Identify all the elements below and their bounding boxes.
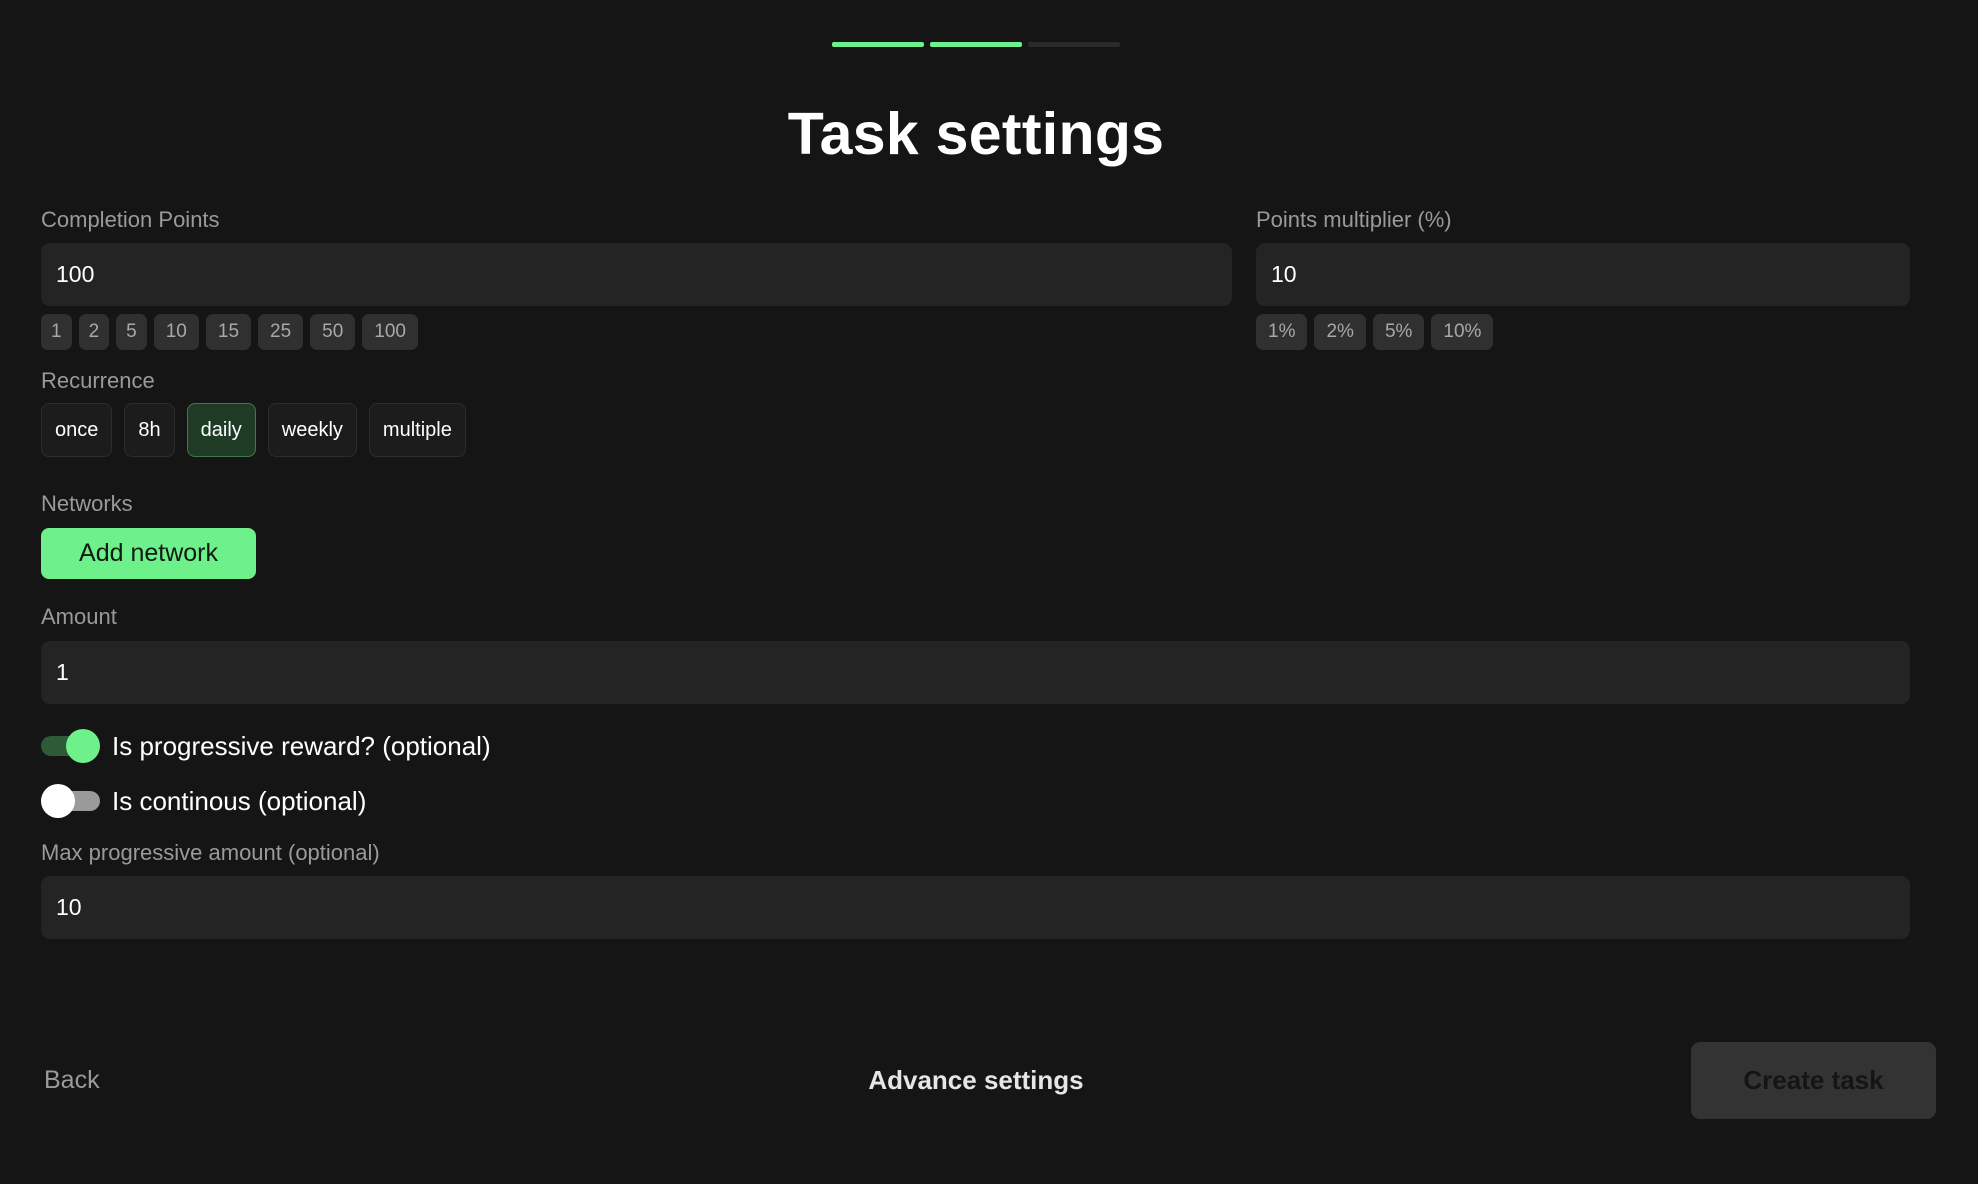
max-progressive-input[interactable]: 10 — [41, 876, 1910, 939]
completion-points-presets: 1 2 5 10 15 25 50 100 — [41, 314, 418, 350]
completion-points-input[interactable]: 100 — [41, 243, 1232, 306]
points-multiplier-value: 10 — [1271, 261, 1297, 287]
recurrence-option-8h[interactable]: 8h — [124, 403, 175, 457]
points-preset-chip[interactable]: 10 — [153, 314, 199, 350]
advance-settings-link: Advance settings — [0, 1065, 1952, 1096]
recurrence-label: Recurrence — [41, 368, 155, 393]
multiplier-preset-chip[interactable]: 2% — [1314, 314, 1366, 350]
points-preset-chip[interactable]: 1 — [41, 314, 72, 350]
continuous-row: Is continous (optional) — [41, 784, 366, 818]
recurrence-option-daily[interactable]: daily — [186, 403, 256, 457]
page-title: Task settings — [787, 101, 1165, 167]
recurrence-option-multiple[interactable]: multiple — [368, 403, 466, 457]
multiplier-preset-chip[interactable]: 10% — [1431, 314, 1494, 350]
points-preset-chip[interactable]: 5 — [116, 314, 147, 350]
toggle-knob — [41, 784, 75, 818]
points-preset-chip[interactable]: 25 — [258, 314, 304, 350]
completion-points-value: 100 — [56, 261, 95, 287]
points-preset-chip[interactable]: 100 — [362, 314, 418, 350]
recurrence-option-once[interactable]: once — [41, 403, 113, 457]
points-multiplier-label: Points multiplier (%) — [1256, 207, 1452, 232]
points-preset-chip[interactable]: 15 — [205, 314, 252, 350]
recurrence-option-weekly[interactable]: weekly — [267, 403, 357, 457]
progress-stepper — [832, 42, 1120, 47]
points-preset-chip[interactable]: 50 — [310, 314, 356, 350]
amount-value: 1 — [56, 659, 69, 685]
points-multiplier-presets: 1% 2% 5% 10% — [1256, 314, 1494, 350]
step-2-indicator — [930, 42, 1022, 47]
max-progressive-label: Max progressive amount (optional) — [41, 840, 380, 865]
continuous-toggle[interactable] — [41, 784, 100, 818]
amount-label: Amount — [41, 604, 117, 629]
add-network-button[interactable]: Add network — [41, 528, 256, 579]
create-task-button[interactable]: Create task — [1691, 1042, 1936, 1119]
progressive-reward-label: Is progressive reward? (optional) — [112, 730, 491, 761]
networks-label: Networks — [41, 491, 133, 516]
recurrence-options: once 8h daily weekly multiple — [41, 403, 466, 457]
max-progressive-value: 10 — [56, 894, 82, 920]
progressive-reward-row: Is progressive reward? (optional) — [41, 729, 491, 763]
points-multiplier-input[interactable]: 10 — [1256, 243, 1910, 306]
progressive-reward-toggle[interactable] — [41, 729, 100, 763]
step-3-indicator — [1028, 42, 1120, 47]
multiplier-preset-chip[interactable]: 5% — [1372, 314, 1425, 350]
advance-settings-button[interactable]: Advance settings — [868, 1065, 1083, 1095]
completion-points-label: Completion Points — [41, 207, 220, 232]
step-1-indicator — [832, 42, 924, 47]
continuous-label: Is continous (optional) — [112, 785, 367, 816]
amount-input[interactable]: 1 — [41, 641, 1910, 704]
multiplier-preset-chip[interactable]: 1% — [1256, 314, 1308, 350]
toggle-knob — [66, 729, 100, 763]
points-preset-chip[interactable]: 2 — [78, 314, 110, 350]
